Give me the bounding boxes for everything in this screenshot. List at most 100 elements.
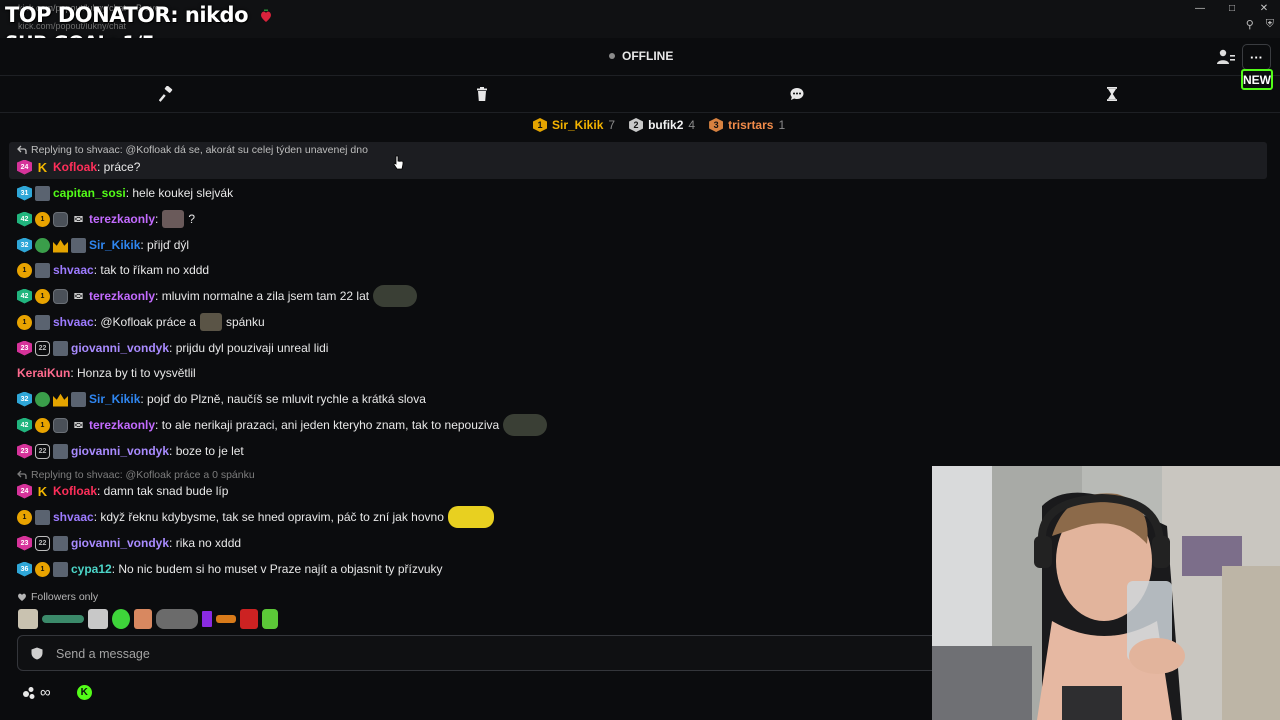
reply-text: Replying to shvaac: @Kofloak práce a 0 s… <box>31 469 255 481</box>
chat-message[interactable]: 32 Sir_Kikik : pojď do Plzně, naučíš se … <box>17 389 426 409</box>
chat-message[interactable]: 24 K Kofloak : damn tak snad bude líp <box>17 481 228 501</box>
anatomical-heart-icon <box>260 9 271 22</box>
leaderboard-item[interactable]: 1 Sir_Kikik 7 <box>533 118 615 132</box>
username[interactable]: giovanni_vondyk <box>71 536 169 550</box>
chat-message[interactable]: 23 22 giovanni_vondyk : rika no xddd <box>17 533 241 553</box>
emote-image[interactable] <box>18 609 38 629</box>
emote-image[interactable] <box>134 609 152 629</box>
username[interactable]: terezkaonly <box>89 418 155 432</box>
username[interactable]: KeraiKun <box>17 366 70 380</box>
infinity-icon: ∞ <box>40 684 51 701</box>
reply-arrow-icon <box>17 145 27 154</box>
chat-message[interactable]: KeraiKun : Honza by ti to vysvětlil <box>17 363 196 383</box>
leaderboard-count: 4 <box>688 118 696 132</box>
minimize-icon[interactable]: — <box>1184 0 1216 16</box>
chat-message[interactable]: 42 1 ✉ terezkaonly : mluvim normalne a z… <box>17 285 421 307</box>
username[interactable]: shvaac <box>53 263 94 277</box>
gifter-badge: 1 <box>17 509 32 525</box>
mail-icon: ✉ <box>73 213 84 226</box>
emote-menu-button[interactable]: ∞ <box>22 684 51 701</box>
rank-badge: 1 <box>533 118 547 132</box>
emote-badge <box>35 509 50 525</box>
username[interactable]: shvaac <box>53 510 94 524</box>
emote-image[interactable] <box>42 615 84 623</box>
hourglass-icon[interactable] <box>1104 86 1120 102</box>
username[interactable]: Kofloak <box>53 160 97 174</box>
subscriber-badge: 23 <box>17 443 32 459</box>
chat-message[interactable]: 24 K Kofloak : práce? <box>17 157 140 177</box>
heart-icon <box>18 593 26 601</box>
mod-tools-bar <box>0 77 1280 113</box>
subscriber-badge: 23 <box>17 535 32 551</box>
chat-message[interactable]: 1 shvaac : tak to říkam no xddd <box>17 260 209 280</box>
status-dot <box>609 53 615 59</box>
chat-message[interactable]: 23 22 giovanni_vondyk : prijdu dyl pouzi… <box>17 338 328 358</box>
chat-bubble-icon[interactable] <box>789 86 805 102</box>
leaderboard-item[interactable]: 3 trisrtars 1 <box>709 118 785 132</box>
username[interactable]: terezkaonly <box>89 289 155 303</box>
chat-message[interactable]: 31 capitan_sosi : hele koukej slejvák <box>17 183 233 203</box>
kick-logo-icon[interactable]: K <box>76 685 92 700</box>
emote-badge <box>53 211 68 227</box>
chat-input-placeholder: Send a message <box>56 647 150 661</box>
webcam-overlay <box>932 466 1280 720</box>
chat-message[interactable]: 42 1 ✉ terezkaonly : to ale nerikaji pra… <box>17 414 551 436</box>
dots-cluster-icon <box>23 686 35 699</box>
username[interactable]: Kofloak <box>53 484 97 498</box>
zoom-icon[interactable]: ⚲ <box>1246 18 1254 31</box>
subscriber-badge: 31 <box>17 185 32 201</box>
maximize-icon[interactable]: □ <box>1216 0 1248 16</box>
emote-badge <box>53 443 68 459</box>
close-icon[interactable]: ✕ <box>1248 0 1280 16</box>
emote-image[interactable] <box>156 609 198 629</box>
emote-image[interactable] <box>112 609 130 629</box>
chat-message[interactable]: 42 1 ✉ terezkaonly : ? <box>17 209 195 229</box>
emote-image[interactable] <box>240 609 258 629</box>
message-text: : mluvim normalne a zila jsem tam 22 lat <box>155 289 370 303</box>
emote-image[interactable] <box>262 609 278 629</box>
leaderboard-name: bufik2 <box>648 118 684 132</box>
message-text: : boze to je let <box>169 444 244 458</box>
gavel-icon[interactable] <box>159 86 175 102</box>
emote-badge <box>53 340 68 356</box>
mouse-cursor-icon <box>393 155 404 170</box>
reply-context[interactable]: Replying to shvaac: @Kofloak dá se, akor… <box>17 144 368 156</box>
username[interactable]: terezkaonly <box>89 212 155 226</box>
more-options-button[interactable]: ··· <box>1242 44 1271 70</box>
chat-message[interactable]: 1 shvaac : když řeknu kdybysme, tak se h… <box>17 506 498 528</box>
message-text: : tak to říkam no xddd <box>93 263 210 277</box>
chat-message[interactable]: 32 Sir_Kikik : přijď dýl <box>17 235 189 255</box>
og-badge: 22 <box>35 443 50 459</box>
subscriber-badge: 24 <box>17 159 32 175</box>
k-badge: K <box>37 483 48 499</box>
reply-context[interactable]: Replying to shvaac: @Kofloak práce a 0 s… <box>17 469 255 481</box>
chat-message[interactable]: 1 shvaac : @Kofloak práce a spánku <box>17 312 265 332</box>
reply-text: Replying to shvaac: @Kofloak dá se, akor… <box>31 144 368 156</box>
top-donator-text: TOP DONATOR: nikdo <box>5 3 249 27</box>
gifter-badge: 1 <box>35 417 50 433</box>
message-text: : Honza by ti to vysvětlil <box>70 366 196 380</box>
brave-shield-icon[interactable]: ⛨ <box>1266 18 1274 31</box>
mail-icon: ✉ <box>73 419 84 432</box>
username[interactable]: giovanni_vondyk <box>71 444 169 458</box>
subscriber-badge: 42 <box>17 417 32 433</box>
shield-icon <box>31 647 43 660</box>
username[interactable]: Sir_Kikik <box>89 392 140 406</box>
browser-tools: ⚲ ⛨ <box>1246 18 1274 31</box>
leaderboard-name: trisrtars <box>728 118 774 132</box>
emote-image[interactable] <box>202 611 212 627</box>
trash-icon[interactable] <box>474 86 490 102</box>
gifter-badge: 1 <box>35 288 50 304</box>
username[interactable]: Sir_Kikik <box>89 238 140 252</box>
chat-message[interactable]: 23 22 giovanni_vondyk : boze to je let <box>17 441 244 461</box>
username[interactable]: giovanni_vondyk <box>71 341 169 355</box>
message-text: : No nic budem si ho muset v Praze najít… <box>111 562 443 576</box>
username[interactable]: capitan_sosi <box>53 186 126 200</box>
emote-image[interactable] <box>216 615 236 623</box>
username[interactable]: cypa12 <box>71 562 112 576</box>
chat-message[interactable]: 36 1 cypa12 : No nic budem si ho muset v… <box>17 559 443 579</box>
emote-image[interactable] <box>88 609 108 629</box>
username[interactable]: shvaac <box>53 315 94 329</box>
leaderboard-item[interactable]: 2 bufik2 4 <box>629 118 695 132</box>
users-settings-icon[interactable] <box>1216 48 1236 66</box>
